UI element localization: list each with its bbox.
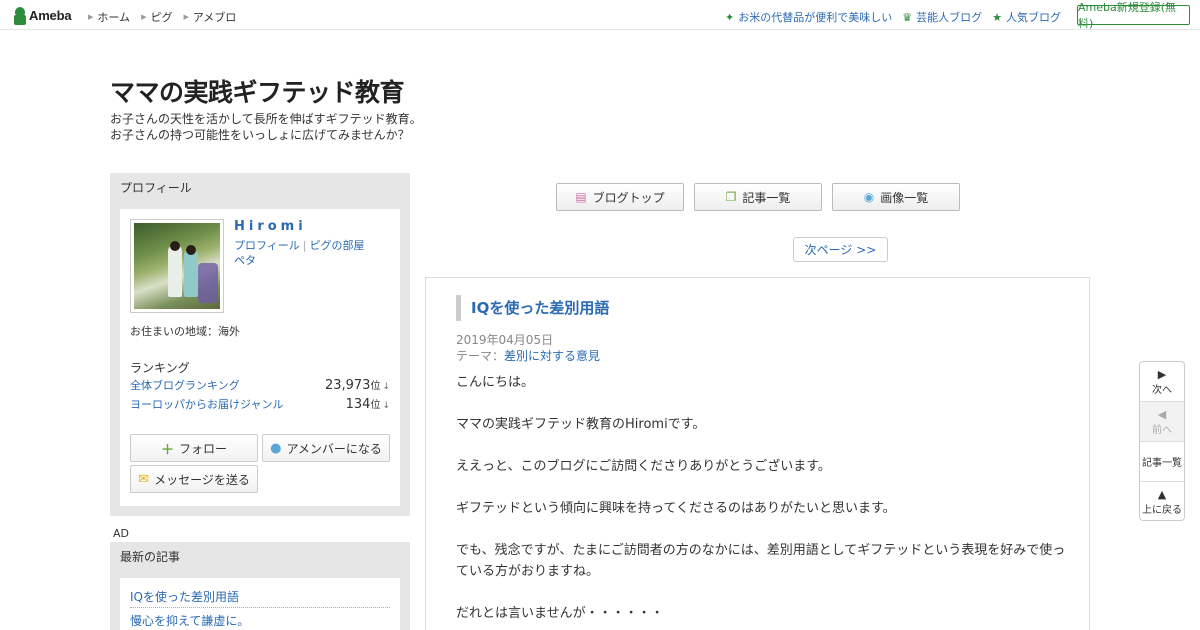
arrow-down-icon: ↓ bbox=[382, 401, 390, 411]
profile-panel: Hiromi プロフィール | ピグの部屋 ペタ お住まいの地域：海外 ランキング … bbox=[110, 199, 410, 516]
article-paragraph: ママの実践ギフテッド教育のHiromiです。 bbox=[456, 417, 706, 432]
article-date: 2019年04月05日 bbox=[456, 333, 554, 347]
copy-docs-icon: ❐ bbox=[725, 190, 737, 204]
envelope-icon: ✉ bbox=[138, 471, 150, 487]
recent-entries-panel: IQを使った差別用語 慢心を抑えて謙虚に。 bbox=[110, 568, 410, 630]
play-right-icon: ▶ bbox=[1157, 367, 1167, 381]
profile-link[interactable]: プロフィール bbox=[234, 239, 300, 252]
article-paragraph: ギフテッドという傾向に興味を持ってくださるのはありがたいと思います。 bbox=[456, 501, 896, 516]
floating-nav: ▶ 次へ ◀ 前へ 記事一覧 ▲ 上に戻る bbox=[1139, 361, 1185, 521]
profile-heading: プロフィール bbox=[110, 173, 410, 199]
pig-room-link[interactable]: ピグの部屋 bbox=[310, 239, 365, 252]
camera-icon: ◉ bbox=[863, 190, 875, 204]
star-icon: ★ bbox=[992, 10, 1002, 24]
arrow-down-icon: ↓ bbox=[382, 382, 390, 392]
article-theme: テーマ：差別に対する意見 bbox=[456, 349, 601, 363]
profile-name[interactable]: Hiromi bbox=[234, 219, 307, 234]
send-message-button[interactable]: ✉ メッセージを送る bbox=[130, 465, 258, 493]
ranking-title: ランキング bbox=[130, 361, 190, 375]
article-body: こんにちは。 ママの実践ギフテッド教育のHiromiです。 ええっと、このブログ… bbox=[456, 372, 1066, 630]
popular-blog-link[interactable]: ★ 人気ブログ bbox=[992, 9, 1061, 25]
global-nav: ▶ ホーム ▶ ピグ ▶ アメブロ bbox=[88, 9, 247, 25]
prev-entry-button[interactable]: ◀ 前へ bbox=[1140, 402, 1184, 442]
profile-links: プロフィール | ピグの部屋 ペタ bbox=[234, 239, 365, 267]
blog-description: お子さんの天性を活かして長所を伸ばすギフテッド教育。 お子さんの持つ可能性をいっ… bbox=[110, 112, 422, 142]
caret-right-icon: ▶ bbox=[183, 13, 189, 21]
article: IQを使った差別用語 2019年04月05日 テーマ：差別に対する意見 こんにち… bbox=[425, 277, 1090, 630]
celebrity-blog-link[interactable]: ♛ 芸能人ブログ bbox=[902, 9, 982, 25]
article-paragraph: だれとは言いませんが・・・・・・ bbox=[456, 606, 664, 621]
ranking-row-genre: ヨーロッパからお届けジャンル 134位 ↓ bbox=[130, 396, 390, 412]
speech-bubble-icon: ● bbox=[270, 440, 282, 456]
caret-right-icon: ▶ bbox=[141, 13, 147, 21]
ranking-label[interactable]: 全体ブログランキング bbox=[130, 377, 240, 393]
ranking-row-overall: 全体ブログランキング 23,973位 ↓ bbox=[130, 377, 390, 393]
profile-photo[interactable] bbox=[130, 219, 224, 313]
nav-pig[interactable]: ▶ ピグ bbox=[141, 9, 172, 25]
article-title[interactable]: IQを使った差別用語 bbox=[456, 295, 609, 321]
ad-label: AD bbox=[113, 527, 129, 540]
crown-icon: ♛ bbox=[902, 10, 913, 24]
next-page-button[interactable]: 次ページ >> bbox=[793, 237, 888, 262]
blog-top-button[interactable]: ▤ ブログトップ bbox=[556, 183, 684, 211]
ameba-logo[interactable]: Ameba bbox=[13, 6, 72, 25]
theme-link[interactable]: 差別に対する意見 bbox=[504, 349, 600, 363]
back-to-top-button[interactable]: ▲ 上に戻る bbox=[1140, 482, 1184, 522]
recent-entry-link[interactable]: IQを使った差別用語 bbox=[130, 588, 390, 608]
entry-list-button[interactable]: ❐ 記事一覧 bbox=[694, 183, 822, 211]
top-right-links: ✦ お米の代替品が便利で美味しい ♛ 芸能人ブログ ★ 人気ブログ bbox=[715, 9, 1061, 25]
plus-icon: ＋ bbox=[160, 442, 174, 458]
triangle-up-icon: ▲ bbox=[1157, 488, 1167, 501]
article-paragraph: でも、残念ですが、たまにご訪問者の方のなかには、差別用語としてギフテッドという表… bbox=[456, 543, 1066, 579]
amember-button[interactable]: ● アメンバーになる bbox=[262, 434, 390, 462]
next-entry-button[interactable]: ▶ 次へ bbox=[1140, 362, 1184, 402]
play-left-icon: ◀ bbox=[1157, 407, 1167, 421]
logo-text: Ameba bbox=[29, 8, 72, 23]
nav-ameblo[interactable]: ▶ アメブロ bbox=[183, 9, 236, 25]
entry-list-side-button[interactable]: 記事一覧 bbox=[1140, 442, 1184, 482]
profile-region: お住まいの地域：海外 bbox=[130, 325, 240, 338]
peta-link[interactable]: ペタ bbox=[234, 254, 256, 267]
caret-right-icon: ▶ bbox=[88, 13, 94, 21]
blog-title[interactable]: ママの実践ギフテッド教育 bbox=[110, 73, 405, 109]
follow-button[interactable]: ＋フォロー bbox=[130, 434, 258, 462]
sparkle-icon: ✦ bbox=[725, 10, 735, 24]
article-paragraph: こんにちは。 bbox=[456, 375, 535, 390]
nav-home[interactable]: ▶ ホーム bbox=[88, 9, 130, 25]
promo-link[interactable]: ✦ お米の代替品が便利で美味しい bbox=[725, 9, 892, 25]
article-paragraph: ええっと、このブログにご訪問くださりありがとうございます。 bbox=[456, 459, 831, 474]
recent-heading: 最新の記事 bbox=[110, 542, 410, 568]
document-icon: ▤ bbox=[575, 190, 587, 204]
ameba-mascot-icon bbox=[13, 6, 27, 25]
top-bar: Ameba ▶ ホーム ▶ ピグ ▶ アメブロ ✦ お米の代替品が便利で美味しい ♛ 芸能… bbox=[0, 0, 1200, 30]
recent-entry-link[interactable]: 慢心を抑えて謙虚に。 bbox=[130, 612, 390, 630]
image-list-button[interactable]: ◉ 画像一覧 bbox=[832, 183, 960, 211]
ranking-label[interactable]: ヨーロッパからお届けジャンル bbox=[130, 396, 283, 412]
register-button[interactable]: Ameba新規登録(無料) bbox=[1077, 1, 1190, 30]
